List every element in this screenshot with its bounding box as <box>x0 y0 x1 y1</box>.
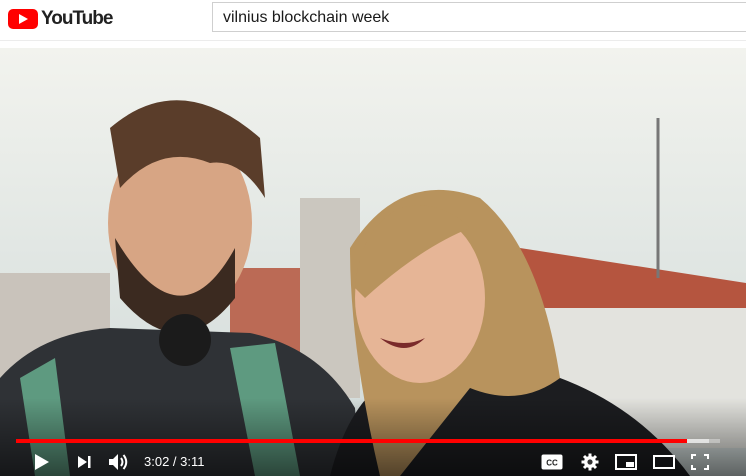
player-controls: 3:02 / 3:11 CC <box>0 448 746 476</box>
fullscreen-icon <box>691 454 709 470</box>
theater-mode-button[interactable] <box>652 450 676 474</box>
search-input[interactable]: vilnius blockchain week <box>212 2 746 32</box>
play-icon <box>35 454 49 470</box>
time-display: 3:02 / 3:11 <box>144 454 205 469</box>
next-icon <box>78 456 91 468</box>
miniplayer-icon <box>615 454 637 470</box>
progress-played <box>16 439 687 443</box>
captions-button[interactable]: CC <box>540 450 564 474</box>
masthead: YouTube vilnius blockchain week <box>0 0 746 41</box>
next-button[interactable] <box>72 450 96 474</box>
settings-icon <box>581 453 599 471</box>
volume-icon <box>109 454 128 470</box>
play-button[interactable] <box>30 450 54 474</box>
youtube-logo[interactable]: YouTube <box>8 6 113 32</box>
progress-bar[interactable] <box>16 439 720 443</box>
theater-icon <box>653 455 675 469</box>
youtube-play-badge-icon <box>8 9 38 29</box>
current-time: 3:02 <box>144 454 170 469</box>
miniplayer-button[interactable] <box>614 450 638 474</box>
time-separator: / <box>169 454 181 469</box>
fullscreen-button[interactable] <box>688 450 712 474</box>
mute-button[interactable] <box>106 450 132 474</box>
duration: 3:11 <box>180 454 205 469</box>
video-player[interactable]: 3:02 / 3:11 CC <box>0 48 746 476</box>
cc-label: CC <box>546 459 558 468</box>
logo-text: YouTube <box>41 8 113 29</box>
settings-button[interactable] <box>578 450 602 474</box>
captions-icon: CC <box>541 454 563 470</box>
search-query: vilnius blockchain week <box>223 9 390 26</box>
